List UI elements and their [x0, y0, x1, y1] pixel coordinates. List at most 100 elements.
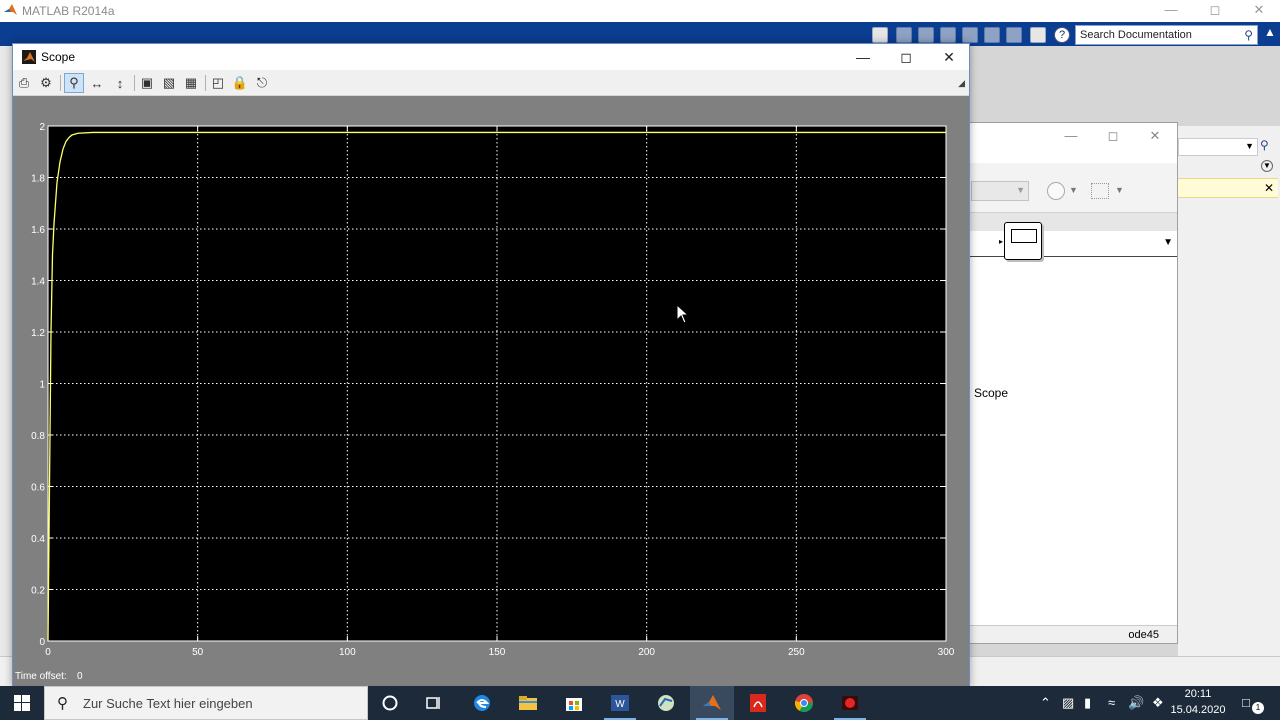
- chevron-down-icon: ▼: [1163, 237, 1173, 248]
- taskbar: ⚲ Zur Suche Text hier eingeben W ⌃ ▨ ▮ ≈…: [0, 686, 1280, 720]
- volume-icon[interactable]: 🔊: [1128, 695, 1144, 711]
- battery-icon[interactable]: ▮: [1084, 695, 1091, 711]
- model-minimize-button[interactable]: —: [1051, 127, 1091, 147]
- y-tick-label: 0.4: [31, 534, 45, 545]
- simulink-app-icon[interactable]: [644, 686, 688, 720]
- search-documentation-placeholder: Search Documentation: [1080, 29, 1192, 41]
- toolstrip-cut-icon[interactable]: [918, 27, 934, 43]
- scope-logo-icon: [22, 50, 36, 64]
- search-icon: ⚲: [57, 695, 68, 712]
- task-view-icon[interactable]: [412, 686, 456, 720]
- scope-block[interactable]: ▸: [999, 222, 1042, 262]
- print-icon[interactable]: ⎙: [14, 73, 34, 93]
- cortana-icon[interactable]: [368, 686, 412, 720]
- chevron-down-icon[interactable]: ▼: [1115, 185, 1124, 195]
- help-icon[interactable]: ?: [1054, 27, 1070, 43]
- toolstrip-redo-icon[interactable]: [1006, 27, 1022, 43]
- y-tick-label: 1.6: [31, 225, 45, 236]
- toolstrip-undo-icon[interactable]: [984, 27, 1000, 43]
- start-button[interactable]: [0, 686, 44, 720]
- matlab-close-button[interactable]: ✕: [1236, 0, 1280, 22]
- zoom-in-icon[interactable]: ⚲: [64, 73, 84, 93]
- chevron-down-icon[interactable]: ▼: [1069, 185, 1078, 195]
- scope-window-title: Scope: [41, 50, 76, 64]
- windows-icon: [14, 695, 30, 711]
- scope-titlebar: Scope — ◻ ✕: [13, 44, 969, 70]
- wifi-icon[interactable]: ≈: [1108, 695, 1115, 710]
- build-model-icon[interactable]: [1091, 183, 1109, 199]
- restore-axes-icon[interactable]: ▦: [181, 73, 201, 93]
- input-port-icon: ▸: [999, 237, 1004, 246]
- acrobat-icon[interactable]: [736, 686, 780, 720]
- toolstrip-copy-icon[interactable]: [940, 27, 956, 43]
- scope-block-body: [1004, 222, 1042, 260]
- zoom-y-icon[interactable]: ↕: [110, 73, 130, 93]
- scope-toolbar: ⎙ ⚙ ⚲ ↔ ↕ ▣ ▧ ▦ ◰ 🔒 ⎋ ◢: [13, 70, 969, 96]
- solver-label: ode45: [1128, 629, 1159, 641]
- scope-plot[interactable]: 0 50 100 150 200 250 300 0 0.2 0.4 0.6 0.8 1 1.2 1.4 1.…: [14, 112, 964, 662]
- signal-selector-icon[interactable]: ⎋: [252, 73, 272, 93]
- workspace-search-icon[interactable]: ⚲: [1260, 138, 1269, 152]
- dock-icon[interactable]: ◢: [958, 78, 965, 89]
- scope-block-label: Scope: [974, 386, 1009, 400]
- search-documentation-input[interactable]: Search Documentation ⚲: [1075, 25, 1258, 45]
- parameters-icon[interactable]: ⚙: [36, 73, 56, 93]
- y-tick-label: 1.4: [31, 277, 45, 288]
- microsoft-store-icon[interactable]: [552, 686, 596, 720]
- matlab-maximize-button[interactable]: ◻: [1192, 0, 1238, 22]
- mouse-cursor-icon: [676, 304, 690, 324]
- search-icon[interactable]: ⚲: [1244, 28, 1253, 42]
- floating-scope-icon[interactable]: ◰: [208, 73, 228, 93]
- lock-axes-icon[interactable]: 🔒: [230, 73, 250, 93]
- file-explorer-icon[interactable]: [506, 686, 550, 720]
- taskbar-search-placeholder: Zur Suche Text hier eingeben: [83, 696, 253, 711]
- y-tick-label: 1.2: [31, 328, 45, 339]
- y-tick-label: 0.6: [31, 483, 45, 494]
- autoscale-icon[interactable]: ▣: [137, 73, 157, 93]
- show-hidden-icons-icon[interactable]: ⌃: [1040, 695, 1051, 711]
- scope-screen-icon: [1011, 229, 1037, 243]
- dropbox-icon[interactable]: ❖: [1152, 695, 1164, 711]
- chevron-down-icon: ▼: [1245, 141, 1254, 151]
- toolstrip-save-icon[interactable]: [896, 27, 912, 43]
- word-icon[interactable]: W: [598, 686, 642, 720]
- model-advisor-icon[interactable]: [1047, 182, 1065, 200]
- scope-minimize-button[interactable]: —: [841, 44, 885, 70]
- scope-maximize-button[interactable]: ◻: [884, 44, 928, 70]
- model-close-button[interactable]: ✕: [1135, 127, 1175, 147]
- expand-toolstrip-icon[interactable]: ▲: [1262, 25, 1278, 43]
- clock-time[interactable]: 20:11: [1172, 688, 1224, 700]
- edge-browser-icon[interactable]: [460, 686, 504, 720]
- meet-now-icon[interactable]: ▨: [1062, 695, 1074, 711]
- y-tick-label: 1: [39, 380, 45, 391]
- taskbar-search-input[interactable]: ⚲ Zur Suche Text hier eingeben: [44, 686, 368, 720]
- x-tick-label: 150: [489, 647, 506, 658]
- matlab-window-title: MATLAB R2014a: [22, 4, 115, 18]
- workspace-panel: [1178, 126, 1280, 656]
- time-offset-label: Time offset:: [15, 671, 67, 682]
- y-tick-label: 1.8: [31, 174, 45, 185]
- matlab-app-icon[interactable]: [690, 686, 734, 720]
- close-icon[interactable]: ✕: [1264, 181, 1274, 195]
- zoom-x-icon[interactable]: ↔: [87, 73, 107, 93]
- y-tick-label: 0.2: [31, 586, 45, 597]
- clock-date[interactable]: 15.04.2020: [1168, 704, 1228, 716]
- save-axes-icon[interactable]: ▧: [159, 73, 179, 93]
- workspace-dropdown[interactable]: ▼: [1178, 138, 1258, 156]
- simulation-mode-dropdown[interactable]: ▼: [971, 181, 1029, 201]
- toolstrip-switch-windows-icon[interactable]: [1030, 27, 1046, 43]
- model-tabstrip: [969, 213, 1177, 231]
- notifications-icon[interactable]: □: [1242, 695, 1250, 710]
- panel-actions-icon[interactable]: ▼: [1261, 160, 1273, 172]
- model-toolbar: ▼ ▼ ▼: [969, 163, 1177, 213]
- toolstrip-pin-icon[interactable]: [872, 27, 888, 43]
- scope-close-button[interactable]: ✕: [927, 44, 971, 70]
- y-tick-label: 0: [39, 637, 45, 648]
- model-maximize-button[interactable]: ◻: [1093, 127, 1133, 147]
- notification-count-badge: 1: [1252, 702, 1264, 714]
- chrome-icon[interactable]: [782, 686, 826, 720]
- recorder-icon[interactable]: [828, 686, 872, 720]
- toolstrip-paste-icon[interactable]: [962, 27, 978, 43]
- toolbar-separator: [60, 75, 61, 91]
- matlab-minimize-button[interactable]: —: [1148, 0, 1194, 22]
